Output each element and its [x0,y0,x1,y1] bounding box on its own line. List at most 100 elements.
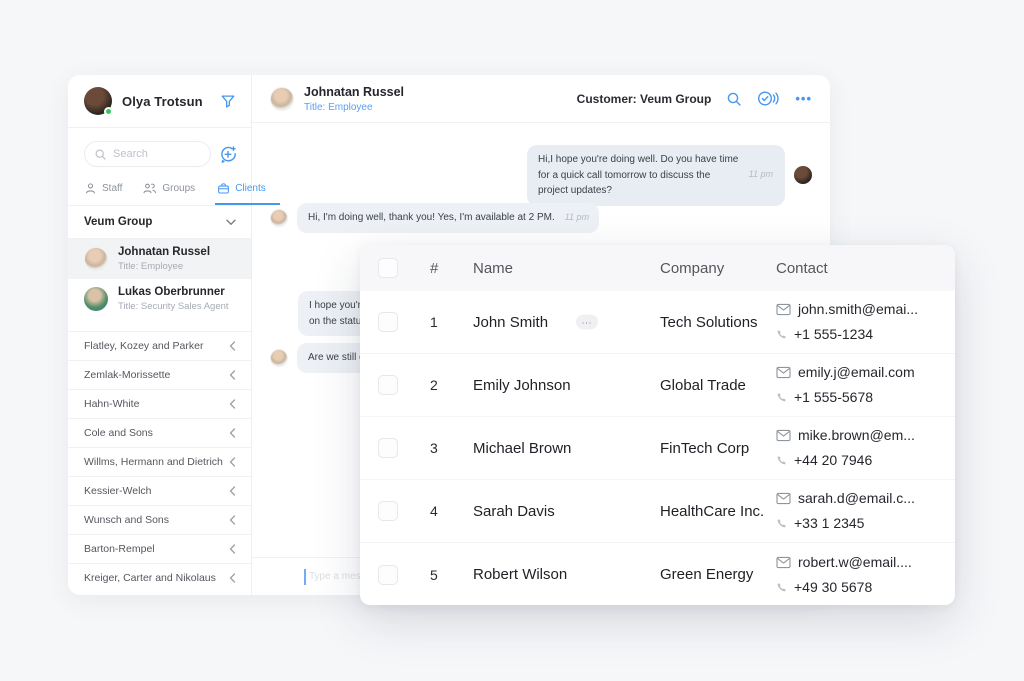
contact-title: Title: Security Sales Agent [118,301,229,312]
read-status-icon[interactable] [757,90,780,107]
company-cell: HealthCare Inc. [660,503,776,520]
company-cell: Green Energy [660,566,776,583]
tab-label: Staff [102,183,122,194]
avatar [84,287,108,311]
email-text[interactable]: emily.j@email.com [798,360,915,385]
company-item[interactable]: Cole and Sons [68,418,251,447]
email-icon [776,366,791,379]
company-item[interactable]: Kreiger, Carter and Nikolaus [68,563,251,592]
phone-icon [776,392,787,403]
row-number: 2 [430,377,473,393]
table-row: 1 John Smith... Tech Solutions john.smit… [360,291,955,354]
phone-icon [776,455,787,466]
email-text[interactable]: sarah.d@email.c... [798,486,915,511]
chat-contact-title: Title: Employee [304,102,404,113]
tab-staff[interactable]: Staff [84,182,122,205]
phone-text[interactable]: +33 1 2345 [794,511,864,536]
avatar [84,87,112,115]
search-chat-icon[interactable] [726,91,742,107]
table-row: 5 Robert Wilson Green Energy robert.w@em… [360,543,955,605]
company-item[interactable]: Willms, Hermann and Dietrich [68,447,251,476]
contact-johnatan-russel[interactable]: Johnatan Russel Title: Employee [68,239,251,279]
row-number: 3 [430,440,473,456]
message-text: Hi,I hope you're doing well. Do you have… [538,154,738,196]
contact-name-cell: Emily Johnson [473,377,660,394]
message-time: 11 pm [565,211,589,225]
company-item[interactable]: Hahn-White [68,389,251,418]
company-name: Willms, Hermann and Dietrich [84,456,223,468]
company-cell: FinTech Corp [660,440,776,457]
group-name: Veum Group [84,216,152,228]
column-header-contact: Contact [776,260,937,277]
company-cell: Tech Solutions [660,314,776,331]
company-name: Cole and Sons [84,427,153,439]
phone-text[interactable]: +49 30 5678 [794,575,872,600]
row-menu-icon[interactable]: ... [576,315,598,330]
row-checkbox[interactable] [378,312,398,332]
avatar [270,349,288,367]
message-bubble: Hi, I'm doing well, thank you! Yes, I'm … [297,203,599,233]
search-input[interactable]: Search [84,141,211,167]
phone-text[interactable]: +44 20 7946 [794,448,872,473]
company-item[interactable]: Zemlak-Morissette [68,360,251,389]
chevron-left-icon [229,341,236,351]
company-name: Kessier-Welch [84,485,152,497]
contact-title: Title: Employee [118,261,210,272]
company-item[interactable]: Barton-Rempel [68,534,251,563]
group-header-veum-group[interactable]: Veum Group [68,206,251,239]
phone-icon [776,582,787,593]
chevron-left-icon [229,457,236,467]
phone-text[interactable]: +1 555-5678 [794,385,873,410]
message-time: 11 pm [749,168,773,182]
column-header-name: Name [473,260,660,277]
row-checkbox[interactable] [378,565,398,585]
chevron-left-icon [229,399,236,409]
sidebar: Olya Trotsun Search Staff [68,75,252,595]
avatar [84,247,108,271]
company-item[interactable]: Flatley, Kozey and Parker [68,331,251,360]
email-text[interactable]: mike.brown@em... [798,423,915,448]
contact-cell: robert.w@email.... +49 30 5678 [776,550,937,600]
select-all-checkbox[interactable] [378,258,398,278]
contact-name-cell: Michael Brown [473,440,660,457]
contact-name-cell: Sarah Davis [473,503,660,520]
email-icon [776,556,791,569]
filter-icon[interactable] [220,93,236,109]
row-number: 5 [430,567,473,583]
row-checkbox[interactable] [378,438,398,458]
email-text[interactable]: robert.w@email.... [798,550,912,575]
email-icon [776,303,791,316]
row-checkbox[interactable] [378,501,398,521]
search-placeholder: Search [113,148,148,160]
chevron-left-icon [229,428,236,438]
new-chat-icon[interactable] [219,145,238,164]
search-row: Search [68,128,251,174]
contact-name: Lukas Oberbrunner [118,286,229,300]
chevron-left-icon [229,486,236,496]
company-name: Flatley, Kozey and Parker [84,340,203,352]
row-checkbox[interactable] [378,375,398,395]
column-header-company: Company [660,260,776,277]
tab-groups[interactable]: Groups [142,182,195,205]
table-row: 4 Sarah Davis HealthCare Inc. sarah.d@em… [360,480,955,543]
email-text[interactable]: john.smith@emai... [798,297,918,322]
chevron-left-icon [229,573,236,583]
phone-text[interactable]: +1 555-1234 [794,322,873,347]
company-name: Hahn-White [84,398,139,410]
avatar [270,209,288,227]
company-item[interactable]: Kessier-Welch [68,476,251,505]
message-bubble: Hi,I hope you're doing well. Do you have… [527,145,785,206]
company-name: Wunsch and Sons [84,514,169,526]
company-cell: Global Trade [660,377,776,394]
chevron-left-icon [229,515,236,525]
company-name: Barton-Rempel [84,543,155,555]
chat-contact-name: Johnatan Russel [304,85,404,100]
contact-lukas-oberbrunner[interactable]: Lukas Oberbrunner Title: Security Sales … [68,279,251,319]
more-options-icon[interactable]: ••• [795,92,812,105]
message-incoming: Hi, I'm doing well, thank you! Yes, I'm … [270,203,599,233]
company-item[interactable]: Wunsch and Sons [68,505,251,534]
avatar [270,87,294,111]
table-header-row: # Name Company Contact [360,245,955,291]
contact-name-cell: Robert Wilson [473,566,660,583]
phone-icon [776,329,787,340]
